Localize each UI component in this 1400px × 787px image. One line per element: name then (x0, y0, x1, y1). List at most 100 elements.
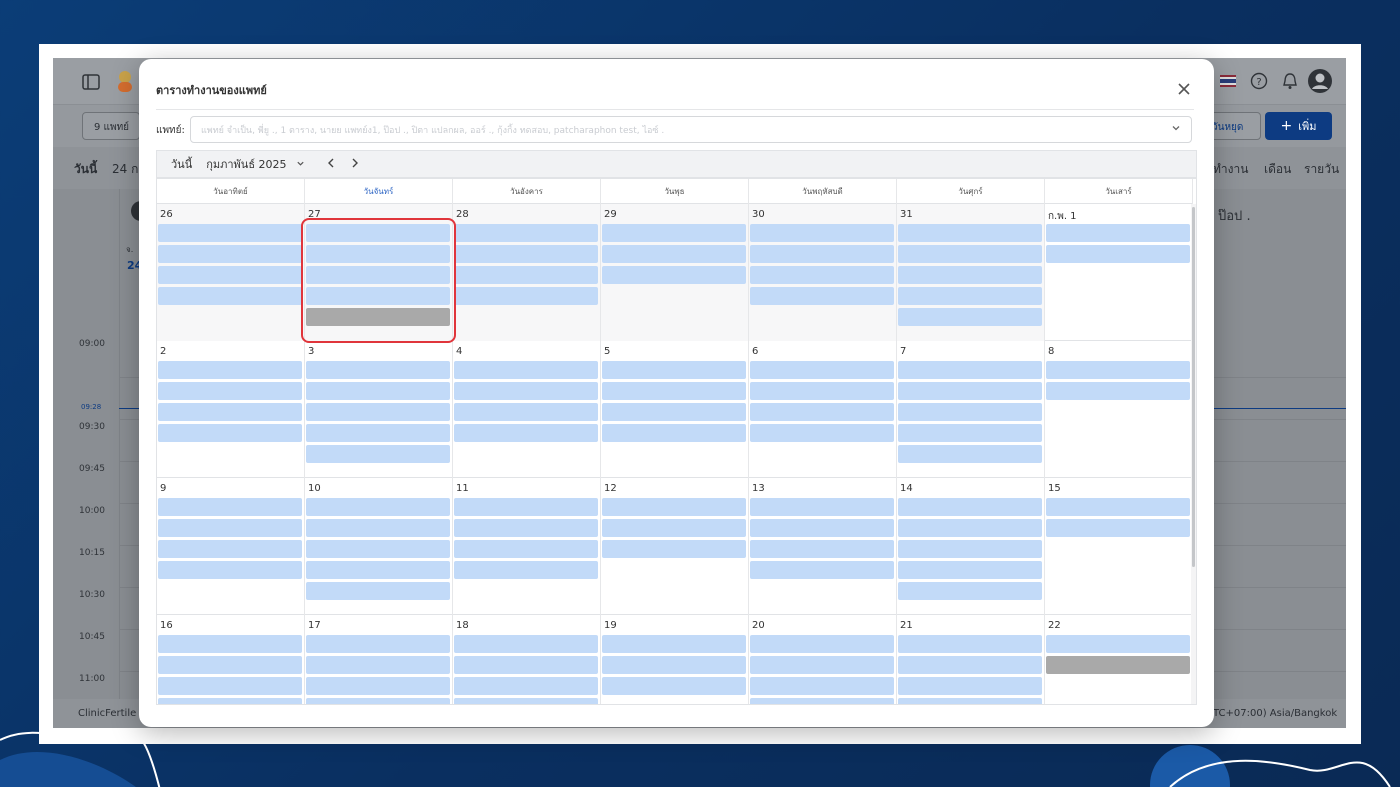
calendar-event[interactable] (602, 498, 746, 516)
calendar-event[interactable] (602, 382, 746, 400)
help-icon[interactable]: ? (1249, 71, 1269, 91)
calendar-day-cell[interactable]: 7 (897, 341, 1045, 478)
doctor-select[interactable]: แพทย์ จำเป็น, พี่ยู ., 1 ตาราง, นายย แพท… (190, 116, 1192, 143)
calendar-event[interactable] (898, 582, 1042, 600)
calendar-event[interactable] (158, 245, 302, 263)
calendar-day-cell[interactable]: 19 (601, 615, 749, 704)
calendar-event[interactable] (602, 656, 746, 674)
calendar-event[interactable] (454, 561, 598, 579)
calendar-day-cell[interactable]: 17 (305, 615, 453, 704)
calendar-event[interactable] (750, 540, 894, 558)
calendar-event[interactable] (306, 361, 450, 379)
calendar-event[interactable] (750, 224, 894, 242)
calendar-event[interactable] (158, 677, 302, 695)
calendar-event[interactable] (158, 656, 302, 674)
calendar-event[interactable] (750, 656, 894, 674)
calendar-event[interactable] (306, 561, 450, 579)
calendar-event[interactable] (306, 445, 450, 463)
calendar-event[interactable] (158, 519, 302, 537)
calendar-event[interactable] (306, 582, 450, 600)
calendar-event[interactable] (158, 382, 302, 400)
doctor-count-button[interactable]: 9 แพทย์ (82, 112, 140, 140)
calendar-day-cell[interactable]: 13 (749, 478, 897, 615)
calendar-event[interactable] (898, 403, 1042, 421)
calendar-event[interactable] (750, 635, 894, 653)
calendar-event[interactable] (306, 656, 450, 674)
calendar-event[interactable] (898, 424, 1042, 442)
calendar-event[interactable] (898, 266, 1042, 284)
calendar-event[interactable] (454, 540, 598, 558)
calendar-event[interactable] (602, 519, 746, 537)
calendar-event[interactable] (454, 519, 598, 537)
calendar-event[interactable] (898, 519, 1042, 537)
calendar-event[interactable] (1046, 361, 1190, 379)
add-button[interactable]: + เพิ่ม (1265, 112, 1332, 140)
calendar-event[interactable] (306, 698, 450, 704)
calendar-event[interactable] (750, 361, 894, 379)
close-icon[interactable] (1174, 79, 1194, 99)
view-month[interactable]: เดือน (1264, 160, 1291, 179)
calendar-day-cell[interactable]: 9 (157, 478, 305, 615)
calendar-event[interactable] (898, 361, 1042, 379)
calendar-event[interactable] (306, 224, 450, 242)
calendar-event[interactable] (898, 445, 1042, 463)
calendar-day-cell[interactable]: 2 (157, 341, 305, 478)
calendar-day-cell[interactable]: 16 (157, 615, 305, 704)
chevron-right-icon[interactable] (351, 157, 359, 171)
calendar-event[interactable] (898, 308, 1042, 326)
calendar-event[interactable] (454, 698, 598, 704)
calendar-day-cell[interactable]: 14 (897, 478, 1045, 615)
calendar-event[interactable] (898, 382, 1042, 400)
calendar-event[interactable] (898, 698, 1042, 704)
calendar-event[interactable] (750, 403, 894, 421)
bell-icon[interactable] (1280, 71, 1300, 91)
calendar-day-cell[interactable]: 4 (453, 341, 601, 478)
calendar-event[interactable] (454, 656, 598, 674)
calendar-event[interactable] (602, 424, 746, 442)
calendar-event[interactable] (602, 266, 746, 284)
calendar-event-unavailable[interactable] (1046, 656, 1190, 674)
calendar-event[interactable] (454, 382, 598, 400)
calendar-event[interactable] (898, 656, 1042, 674)
calendar-event[interactable] (898, 498, 1042, 516)
calendar-event[interactable] (750, 424, 894, 442)
calendar-event[interactable] (1046, 635, 1190, 653)
calendar-event[interactable] (306, 540, 450, 558)
today-button[interactable]: วันนี้ (171, 155, 192, 173)
calendar-event[interactable] (750, 266, 894, 284)
calendar-event[interactable] (306, 403, 450, 421)
calendar-event[interactable] (158, 266, 302, 284)
calendar-day-cell[interactable]: ก.พ. 1 (1045, 204, 1193, 341)
calendar-day-cell[interactable]: 26 (157, 204, 305, 341)
calendar-event[interactable] (158, 287, 302, 305)
calendar-day-cell[interactable]: 20 (749, 615, 897, 704)
calendar-event[interactable] (898, 635, 1042, 653)
calendar-event[interactable] (602, 635, 746, 653)
chevron-left-icon[interactable] (327, 157, 335, 171)
calendar-day-cell[interactable]: 11 (453, 478, 601, 615)
calendar-event[interactable] (898, 245, 1042, 263)
calendar-day-cell[interactable]: 5 (601, 341, 749, 478)
calendar-day-cell[interactable]: 12 (601, 478, 749, 615)
calendar-event[interactable] (1046, 224, 1190, 242)
calendar-event[interactable] (1046, 519, 1190, 537)
calendar-day-cell[interactable]: 15 (1045, 478, 1193, 615)
calendar-day-cell[interactable]: 31 (897, 204, 1045, 341)
calendar-event[interactable] (454, 266, 598, 284)
calendar-event[interactable] (306, 519, 450, 537)
calendar-event[interactable] (602, 361, 746, 379)
avatar-icon[interactable] (113, 68, 137, 94)
sidebar-toggle-icon[interactable] (81, 72, 101, 92)
calendar-event[interactable] (750, 698, 894, 704)
calendar-event[interactable] (602, 224, 746, 242)
calendar-event[interactable] (158, 424, 302, 442)
calendar-event[interactable] (158, 361, 302, 379)
calendar-event[interactable] (454, 287, 598, 305)
calendar-day-cell[interactable]: 28 (453, 204, 601, 341)
calendar-event[interactable] (158, 498, 302, 516)
calendar-event[interactable] (898, 287, 1042, 305)
calendar-event[interactable] (1046, 498, 1190, 516)
calendar-day-cell[interactable]: 21 (897, 615, 1045, 704)
view-day[interactable]: รายวัน (1304, 160, 1339, 179)
calendar-event[interactable] (306, 266, 450, 284)
